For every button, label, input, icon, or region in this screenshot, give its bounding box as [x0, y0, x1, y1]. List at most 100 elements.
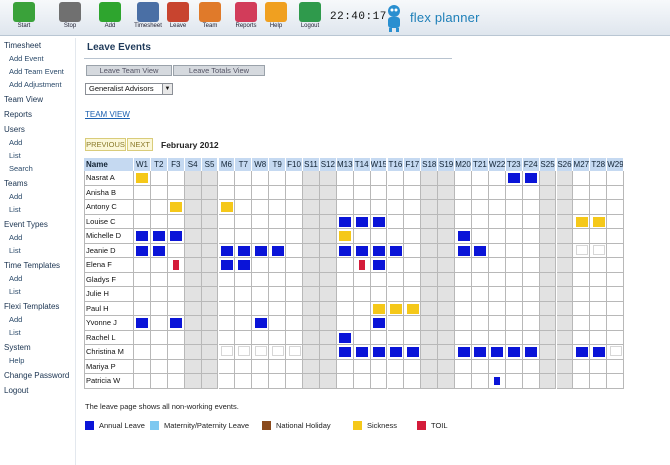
grid-cell[interactable]: [235, 359, 253, 374]
grid-cell[interactable]: [235, 214, 253, 229]
grid-cell[interactable]: [252, 359, 270, 374]
grid-cell[interactable]: [235, 200, 253, 215]
grid-cell[interactable]: [455, 316, 472, 331]
empty-event-marker[interactable]: [237, 346, 250, 357]
grid-cell[interactable]: [370, 185, 388, 200]
grid-cell[interactable]: [167, 272, 185, 287]
grid-cell[interactable]: [438, 185, 456, 200]
leave-button[interactable]: Leave: [160, 1, 196, 35]
grid-cell[interactable]: [421, 243, 439, 258]
grid-cell[interactable]: [573, 316, 591, 331]
grid-cell[interactable]: [235, 316, 253, 331]
grid-cell[interactable]: [370, 229, 388, 244]
grid-cell[interactable]: [134, 214, 151, 229]
grid-cell[interactable]: [505, 301, 523, 316]
grid-cell[interactable]: [201, 301, 219, 316]
grid-cell[interactable]: [556, 171, 574, 186]
grid-cell[interactable]: [505, 287, 523, 302]
grid-cell[interactable]: [150, 258, 168, 273]
grid-cell[interactable]: [438, 243, 456, 258]
grid-cell[interactable]: [235, 287, 253, 302]
grid-cell[interactable]: [522, 287, 540, 302]
grid-cell[interactable]: [590, 171, 608, 186]
leave-event-annual[interactable]: [474, 245, 487, 256]
grid-cell[interactable]: [286, 330, 303, 345]
grid-cell[interactable]: [134, 301, 151, 316]
leave-event-annual[interactable]: [457, 347, 470, 358]
grid-cell[interactable]: [404, 171, 422, 186]
grid-cell[interactable]: [404, 287, 422, 302]
grid-cell[interactable]: [201, 316, 219, 331]
grid-cell[interactable]: [438, 301, 456, 316]
grid-cell[interactable]: [522, 229, 540, 244]
grid-cell[interactable]: [472, 272, 489, 287]
grid-cell[interactable]: [438, 200, 456, 215]
grid-cell[interactable]: [336, 171, 354, 186]
grid-cell[interactable]: [218, 287, 236, 302]
grid-cell[interactable]: [607, 316, 625, 331]
grid-cell[interactable]: [573, 359, 591, 374]
grid-cell[interactable]: [269, 301, 287, 316]
leave-event-annual[interactable]: [373, 216, 386, 227]
grid-cell[interactable]: [218, 229, 236, 244]
grid-cell[interactable]: [286, 258, 303, 273]
grid-cell[interactable]: [556, 345, 574, 360]
grid-cell[interactable]: [387, 287, 405, 302]
leave-event-sickness[interactable]: [406, 303, 419, 314]
grid-cell[interactable]: [505, 316, 523, 331]
grid-cell[interactable]: [539, 316, 557, 331]
grid-cell[interactable]: [167, 243, 185, 258]
sidebar-item-list[interactable]: List: [0, 151, 21, 160]
grid-cell[interactable]: [269, 272, 287, 287]
grid-cell[interactable]: [590, 258, 608, 273]
empty-event-marker[interactable]: [220, 346, 233, 357]
grid-cell[interactable]: [590, 316, 608, 331]
grid-cell[interactable]: [556, 229, 574, 244]
grid-cell[interactable]: [505, 374, 523, 389]
grid-cell[interactable]: [472, 229, 489, 244]
grid-cell[interactable]: [421, 229, 439, 244]
grid-cell[interactable]: [539, 301, 557, 316]
sidebar-item-add-event[interactable]: Add Event: [0, 54, 44, 63]
grid-cell[interactable]: [556, 272, 574, 287]
grid-cell[interactable]: [269, 359, 287, 374]
grid-cell[interactable]: [150, 287, 168, 302]
leave-event-annual[interactable]: [136, 245, 149, 256]
grid-cell[interactable]: [438, 229, 456, 244]
leave-event-annual[interactable]: [356, 245, 369, 256]
grid-cell[interactable]: [421, 258, 439, 273]
grid-cell[interactable]: [184, 243, 202, 258]
stop-button[interactable]: Stop: [52, 1, 88, 35]
grid-cell[interactable]: [421, 301, 439, 316]
grid-cell[interactable]: [387, 359, 405, 374]
grid-cell[interactable]: [607, 229, 625, 244]
grid-cell[interactable]: [505, 258, 523, 273]
grid-cell[interactable]: [573, 171, 591, 186]
grid-cell[interactable]: [455, 359, 472, 374]
grid-cell[interactable]: [505, 200, 523, 215]
grid-cell[interactable]: [573, 287, 591, 302]
grid-cell[interactable]: [607, 330, 625, 345]
team-select[interactable]: Generalist Advisors ▼: [85, 83, 173, 95]
grid-cell[interactable]: [387, 185, 405, 200]
grid-cell[interactable]: [303, 316, 320, 331]
grid-cell[interactable]: [150, 171, 168, 186]
grid-cell[interactable]: [387, 171, 405, 186]
grid-cell[interactable]: [421, 272, 439, 287]
sidebar-item-add[interactable]: Add: [0, 192, 22, 201]
tab-leave-totals-view[interactable]: Leave Totals View: [173, 65, 265, 76]
grid-cell[interactable]: [201, 171, 219, 186]
grid-cell[interactable]: [303, 229, 320, 244]
grid-cell[interactable]: [167, 214, 185, 229]
leave-event-annual[interactable]: [237, 245, 250, 256]
sidebar-section-timesheet[interactable]: Timesheet: [0, 41, 41, 50]
grid-cell[interactable]: [134, 287, 151, 302]
empty-event-marker[interactable]: [288, 346, 301, 357]
grid-cell[interactable]: [184, 171, 202, 186]
grid-cell[interactable]: [488, 301, 506, 316]
grid-cell[interactable]: [134, 272, 151, 287]
grid-cell[interactable]: [607, 287, 625, 302]
leave-event-annual[interactable]: [406, 347, 419, 358]
leave-event-annual[interactable]: [494, 377, 501, 386]
grid-cell[interactable]: [218, 272, 236, 287]
